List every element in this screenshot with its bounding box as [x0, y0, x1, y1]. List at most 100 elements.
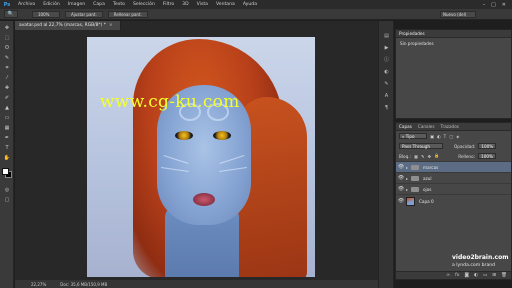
layer-row-azul[interactable]: 👁 ▸ azul: [396, 172, 511, 183]
menu-vista[interactable]: Vista: [193, 2, 212, 7]
lock-row: Bloq.: ▦ ✎ ✥ 🔒 Relleno: 100%: [396, 151, 511, 161]
menu-bar: Ps Archivo Edición Imagen Capa Texto Sel…: [0, 0, 512, 9]
menu-capa[interactable]: Capa: [89, 2, 109, 7]
menu-filtro[interactable]: Filtro: [159, 2, 178, 7]
new-group-icon[interactable]: ▭: [483, 273, 487, 278]
menu-ventana[interactable]: Ventana: [212, 2, 239, 7]
lasso-tool-icon[interactable]: ʘ: [3, 45, 11, 51]
hand-tool-icon[interactable]: ✋: [3, 155, 11, 161]
eraser-tool-icon[interactable]: ▭: [3, 115, 11, 121]
brush-tool-icon[interactable]: ✐: [3, 95, 11, 101]
document-tab-title: avatar.psd al 22,7% (marcas, RGB/8*) *: [19, 23, 106, 28]
properties-title[interactable]: Propiedades: [399, 31, 425, 36]
layer-filter-row: ⌕ Tipo ▣ ◐ T ▢ ◈: [396, 131, 511, 141]
crop-tool-icon[interactable]: ⌗: [3, 65, 11, 71]
menu-texto[interactable]: Texto: [109, 2, 129, 7]
info-icon[interactable]: ⓘ: [383, 57, 390, 63]
paragraph-icon[interactable]: ¶: [383, 105, 390, 111]
photoshop-logo: Ps: [0, 0, 14, 9]
status-bar: 22,27% Doc: 35,6 MB/150,9 MB: [15, 280, 378, 288]
shape-filter-icon[interactable]: ▢: [449, 134, 453, 139]
fill-field[interactable]: 100%: [478, 153, 497, 159]
zoom-100-button[interactable]: 100%: [32, 10, 60, 18]
maximize-icon[interactable]: □: [491, 2, 496, 8]
face-stripe: [161, 167, 189, 172]
quick-mask-icon[interactable]: ◎: [3, 187, 11, 193]
lock-label: Bloq.:: [399, 153, 411, 159]
adjustment-layer-icon[interactable]: ◐: [474, 273, 478, 278]
eyedropper-tool-icon[interactable]: ⁄: [3, 75, 11, 81]
new-layer-icon[interactable]: ⊞: [492, 273, 496, 278]
lips: [193, 193, 215, 206]
layer-row-capa-0[interactable]: 👁 Capa 0: [396, 194, 511, 207]
image-canvas[interactable]: [87, 37, 315, 277]
quick-select-tool-icon[interactable]: ✎: [3, 55, 11, 61]
link-layers-icon[interactable]: ∞: [446, 273, 450, 278]
pen-tool-icon[interactable]: ✒: [3, 135, 11, 141]
fill-screen-button[interactable]: Rellenar pant.: [107, 10, 148, 18]
layer-row-ojos[interactable]: 👁 ▸ ojos: [396, 183, 511, 194]
minimize-icon[interactable]: –: [483, 2, 486, 8]
visibility-eye-icon[interactable]: 👁: [396, 186, 406, 192]
status-doc-info[interactable]: Doc: 35,6 MB/150,9 MB: [60, 282, 107, 287]
properties-empty-text: Sin propiedades: [400, 41, 434, 46]
menu-3d[interactable]: 3D: [178, 2, 192, 7]
adjustments-icon[interactable]: ◐: [383, 69, 390, 75]
layers-tabs: Capas Canales Trazados: [396, 123, 511, 131]
lock-paint-icon[interactable]: ✎: [421, 154, 425, 159]
close-icon[interactable]: ✕: [502, 2, 506, 8]
workspace-select[interactable]: Nuevo (del): [440, 11, 476, 18]
gradient-tool-icon[interactable]: ▦: [3, 125, 11, 131]
menu-ayuda[interactable]: Ayuda: [239, 2, 261, 7]
visibility-eye-icon[interactable]: 👁: [396, 164, 406, 170]
trash-icon[interactable]: 🗑: [501, 273, 507, 278]
add-mask-icon[interactable]: ◙: [464, 273, 468, 278]
type-tool-icon[interactable]: T: [3, 145, 11, 151]
type-filter-icon[interactable]: T: [444, 134, 447, 139]
lock-pixels-icon[interactable]: ▦: [414, 154, 418, 159]
history-icon[interactable]: ▤: [383, 33, 390, 39]
visibility-eye-icon[interactable]: 👁: [396, 198, 406, 204]
layer-row-marcas[interactable]: 👁 ▸ marcas: [396, 161, 511, 172]
smart-filter-icon[interactable]: ◈: [456, 134, 459, 139]
tab-trazados[interactable]: Trazados: [441, 124, 459, 129]
folder-icon: [411, 175, 419, 181]
watermark-text: www.cg-ku.com: [100, 92, 240, 112]
zoom-tool-icon[interactable]: 🔍: [4, 10, 18, 18]
filter-kind-select[interactable]: ⌕ Tipo: [399, 133, 427, 139]
document-tab[interactable]: avatar.psd al 22,7% (marcas, RGB/8*) * ×: [15, 21, 121, 30]
stamp-tool-icon[interactable]: ▲: [3, 105, 11, 111]
healing-tool-icon[interactable]: ✚: [3, 85, 11, 91]
close-document-icon[interactable]: ×: [109, 23, 113, 28]
menu-edicion[interactable]: Edición: [39, 2, 64, 7]
fit-screen-button[interactable]: Ajustar pant.: [65, 10, 103, 18]
character-icon[interactable]: A: [383, 93, 390, 99]
brush-presets-icon[interactable]: ✎: [383, 81, 390, 87]
blend-mode-select[interactable]: Pass Through: [399, 143, 443, 149]
adjustment-filter-icon[interactable]: ◐: [437, 134, 441, 139]
visibility-eye-icon[interactable]: 👁: [396, 175, 406, 181]
lock-all-icon[interactable]: 🔒: [434, 153, 439, 159]
layer-style-icon[interactable]: fx: [455, 273, 459, 278]
tools-panel: ✥ ⬚ ʘ ✎ ⌗ ⁄ ✚ ✐ ▲ ▭ ▦ ✒ T ✋ ◎ ▢: [0, 21, 14, 288]
layer-name: Capa 0: [419, 198, 434, 204]
screen-mode-icon[interactable]: ▢: [3, 197, 11, 203]
pixel-filter-icon[interactable]: ▣: [430, 134, 434, 139]
blend-row: Pass Through Opacidad: 100%: [396, 141, 511, 151]
foreground-color-swatch[interactable]: [2, 168, 9, 175]
tab-capas[interactable]: Capas: [399, 124, 412, 129]
lock-move-icon[interactable]: ✥: [427, 154, 431, 159]
menu-seleccion[interactable]: Selección: [129, 2, 159, 7]
layers-footer: ∞ fx ◙ ◐ ▭ ⊞ 🗑: [396, 271, 511, 279]
marquee-tool-icon[interactable]: ⬚: [3, 35, 11, 41]
menu-archivo[interactable]: Archivo: [14, 2, 39, 7]
tab-canales[interactable]: Canales: [418, 124, 435, 129]
menu-imagen[interactable]: Imagen: [64, 2, 89, 7]
actions-icon[interactable]: ▶: [383, 45, 390, 51]
brand-subtitle: a lynda.com brand: [452, 263, 496, 268]
move-tool-icon[interactable]: ✥: [3, 25, 11, 31]
left-eye: [175, 131, 193, 140]
opacity-field[interactable]: 100%: [478, 143, 497, 149]
panel-dock: ▤ ▶ ⓘ ◐ ✎ A ¶: [378, 21, 394, 288]
status-zoom[interactable]: 22,27%: [31, 282, 46, 287]
